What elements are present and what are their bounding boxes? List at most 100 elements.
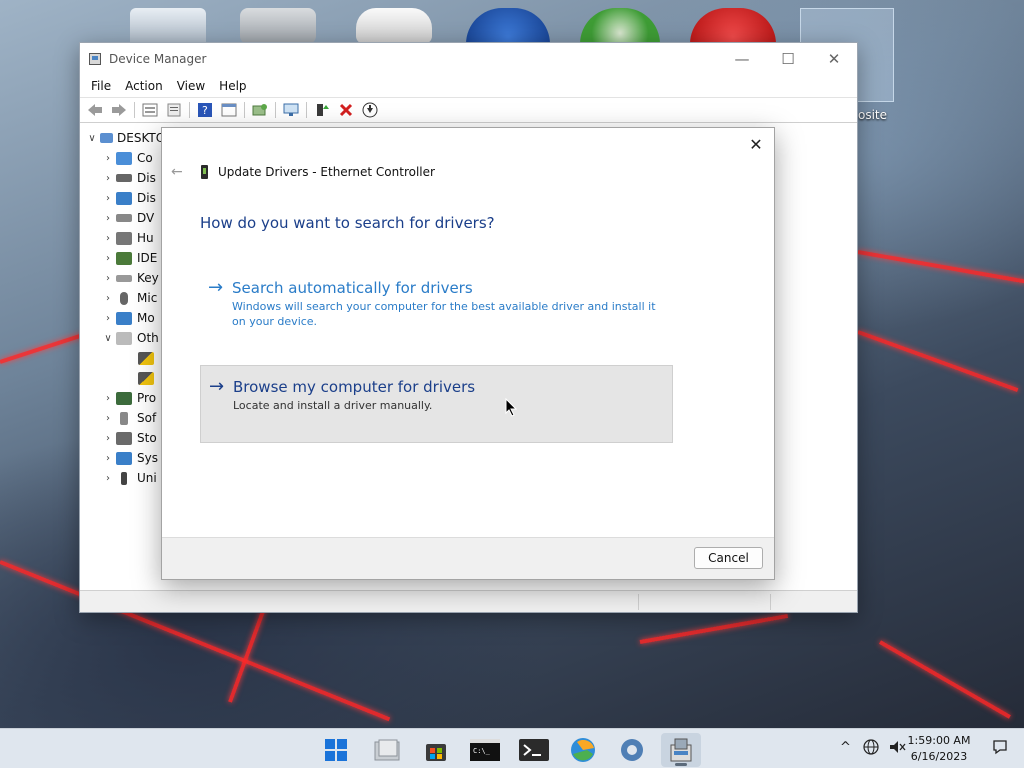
dvd-drive-icon: [116, 214, 132, 222]
disk-drive-icon: [116, 174, 132, 182]
xbox-icon[interactable]: [580, 8, 660, 44]
usb-icon: [121, 471, 127, 485]
chevron-right-icon[interactable]: ›: [100, 313, 116, 324]
update-driver-icon[interactable]: [311, 100, 333, 120]
hid-icon: [116, 231, 132, 245]
svg-text:C:\_: C:\_: [473, 747, 491, 755]
chevron-right-icon[interactable]: ›: [100, 233, 116, 244]
device-manager-titlebar[interactable]: Device Manager — ☐ ✕: [80, 43, 857, 75]
mouse-icon: [120, 291, 128, 305]
desktop-shortcut-label: osite: [858, 108, 888, 122]
computer-icon: [100, 133, 113, 143]
option-description: Locate and install a driver manually.: [233, 399, 433, 412]
red-app-icon[interactable]: [690, 8, 776, 44]
chevron-right-icon[interactable]: ›: [100, 273, 116, 284]
list-view-icon[interactable]: [163, 100, 185, 120]
game-controller-icon[interactable]: [356, 8, 432, 44]
chevron-right-icon[interactable]: ›: [100, 213, 116, 224]
help-icon[interactable]: ?: [194, 100, 216, 120]
chevron-right-icon[interactable]: ›: [100, 393, 116, 404]
dialog-close-button[interactable]: ✕: [746, 134, 766, 154]
search-automatically-option[interactable]: → Search automatically for drivers Windo…: [200, 268, 673, 339]
software-device-icon: [120, 411, 128, 425]
terminal-icon[interactable]: [514, 733, 554, 767]
chevron-right-icon[interactable]: ›: [100, 293, 116, 304]
chevron-right-icon[interactable]: ›: [100, 453, 116, 464]
file-explorer-icon[interactable]: [367, 733, 407, 767]
device-manager-app-icon: [89, 53, 101, 65]
chevron-right-icon[interactable]: ›: [100, 193, 116, 204]
tree-item-label: Hu: [137, 231, 154, 245]
tree-item-label: DV: [137, 211, 155, 225]
properties-view-icon[interactable]: [139, 100, 161, 120]
svg-text:?: ?: [202, 104, 208, 117]
notification-icon[interactable]: [992, 739, 1008, 759]
ide-controller-icon: [116, 251, 132, 265]
folder-icon[interactable]: [240, 8, 316, 44]
uninstall-device-icon[interactable]: [335, 100, 357, 120]
browse-computer-option[interactable]: → Browse my computer for drivers Locate …: [200, 365, 673, 443]
storage-controller-icon: [116, 431, 132, 445]
option-title: Search automatically for drivers: [232, 279, 473, 297]
chevron-right-icon[interactable]: ›: [100, 253, 116, 264]
maximize-button[interactable]: ☐: [765, 43, 811, 75]
settings-gear-icon[interactable]: [612, 733, 652, 767]
tree-item-label: Pro: [137, 391, 157, 405]
arrow-right-icon: →: [209, 376, 225, 397]
download-driver-icon[interactable]: [359, 100, 381, 120]
network-globe-icon[interactable]: [863, 739, 879, 759]
dialog-footer: Cancel: [162, 537, 774, 579]
monitor-icon[interactable]: [280, 100, 302, 120]
back-arrow-icon[interactable]: [84, 100, 106, 120]
browser-icon[interactable]: [563, 733, 603, 767]
taskbar-clock[interactable]: 1:59:00 AM 6/16/2023: [904, 733, 974, 765]
chevron-right-icon[interactable]: ›: [100, 153, 116, 164]
microsoft-store-icon[interactable]: [416, 733, 456, 767]
menu-action[interactable]: Action: [118, 79, 170, 93]
command-prompt-icon[interactable]: C:\_: [465, 733, 505, 767]
close-button[interactable]: ✕: [811, 43, 857, 75]
warning-icon: [138, 371, 154, 385]
recycle-bin-icon[interactable]: [130, 8, 206, 44]
scan-hardware-icon[interactable]: [249, 100, 271, 120]
menu-help[interactable]: Help: [212, 79, 253, 93]
back-arrow-icon[interactable]: ←: [171, 164, 187, 180]
menu-file[interactable]: File: [84, 79, 118, 93]
device-manager-taskbar-icon[interactable]: [661, 733, 701, 767]
chevron-down-icon[interactable]: ∨: [100, 333, 116, 344]
dialog-header: ← Update Drivers - Ethernet Controller: [171, 164, 435, 180]
processor-icon: [116, 391, 132, 405]
chevron-right-icon[interactable]: ›: [100, 433, 116, 444]
system-device-icon: [116, 451, 132, 465]
tray-chevron-up-icon[interactable]: ^: [840, 740, 851, 755]
monitor-icon: [116, 311, 132, 325]
chevron-right-icon[interactable]: ›: [100, 473, 116, 484]
tree-item-label: Sto: [137, 431, 157, 445]
chevron-right-icon[interactable]: ›: [100, 173, 116, 184]
arrow-right-icon: →: [208, 277, 224, 298]
minimize-button[interactable]: —: [719, 43, 765, 75]
tree-item-label: Oth: [137, 331, 159, 345]
tree-root-label: DESKTO: [117, 131, 166, 145]
tree-item-label: IDE: [137, 251, 158, 265]
option-title: Browse my computer for drivers: [233, 378, 476, 396]
tree-item-label: Mic: [137, 291, 158, 305]
menu-view[interactable]: View: [170, 79, 212, 93]
chevron-down-icon[interactable]: ∨: [84, 133, 100, 144]
tree-item-label: Key: [137, 271, 159, 285]
keyboard-icon: [116, 274, 132, 282]
show-hidden-icon[interactable]: [218, 100, 240, 120]
dialog-title: Update Drivers - Ethernet Controller: [218, 165, 435, 179]
cancel-button[interactable]: Cancel: [694, 547, 763, 569]
unknown-device-icon: [116, 331, 132, 345]
option-description: Windows will search your computer for th…: [232, 300, 656, 328]
mouse-cursor-icon: [505, 397, 518, 420]
tree-item-label: Dis: [137, 191, 156, 205]
ethernet-device-icon: [201, 165, 208, 179]
window-title: Device Manager: [109, 52, 207, 66]
globe-app-icon[interactable]: [466, 8, 550, 44]
chevron-right-icon[interactable]: ›: [100, 413, 116, 424]
start-button[interactable]: [316, 733, 356, 767]
tree-item-label: Mo: [137, 311, 155, 325]
forward-arrow-icon[interactable]: [108, 100, 130, 120]
